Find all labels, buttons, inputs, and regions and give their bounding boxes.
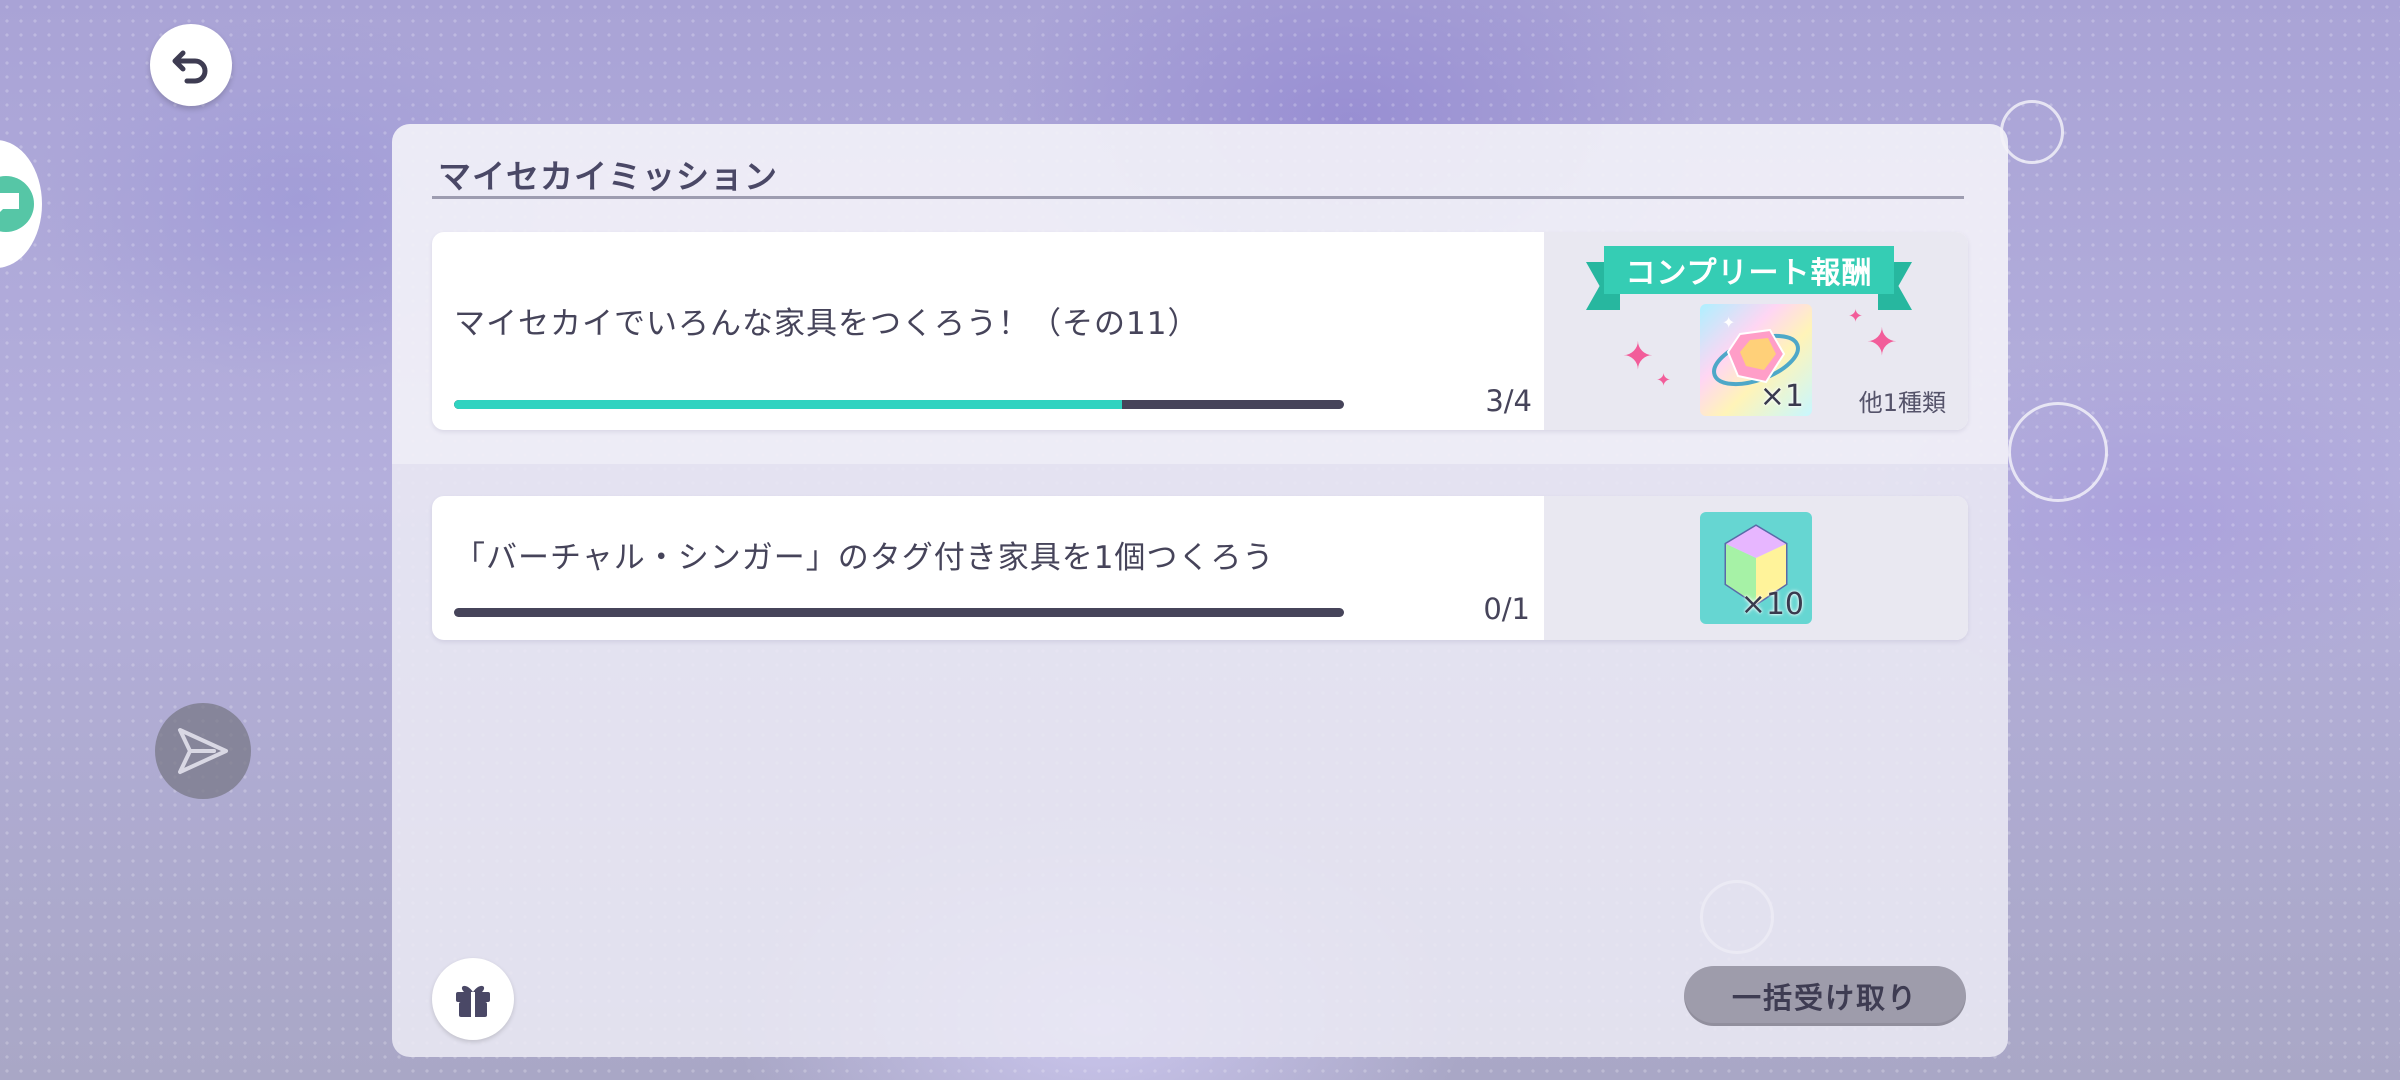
sparkle-icon: ✦	[1866, 320, 1898, 364]
reward-quantity: ×1	[1759, 379, 1804, 414]
background-bubble	[2000, 100, 2064, 164]
progress-count: 0/1	[1483, 592, 1530, 626]
other-rewards-text: 他1種類	[1858, 389, 1946, 417]
undo-arrow-icon	[172, 50, 208, 84]
mission-text: マイセカイでいろんな家具をつくろう！（その11）	[454, 306, 1200, 342]
send-button[interactable]	[155, 703, 251, 799]
mission-text: 「バーチャル・シンガー」のタグ付き家具を1個つくろう	[454, 540, 1275, 576]
mission-card-1[interactable]: マイセカイでいろんな家具をつくろう！（その11） 3/4 コンプリート報酬 ✦ …	[432, 232, 1968, 430]
mission-panel: マイセカイミッション マイセカイでいろんな家具をつくろう！（その11） 3/4 …	[392, 124, 2008, 1057]
panel-title: マイセカイミッション	[438, 157, 778, 196]
chat-bubble-icon	[0, 176, 34, 232]
progress-bar	[454, 608, 1344, 617]
back-button[interactable]	[150, 24, 232, 106]
claim-all-button[interactable]: 一括受け取り	[1684, 966, 1966, 1026]
reward-quantity: ×10	[1740, 587, 1804, 622]
complete-reward-ribbon: コンプリート報酬	[1586, 246, 1912, 310]
complete-reward-label: コンプリート報酬	[1604, 246, 1894, 294]
progress-fill	[454, 400, 1122, 409]
progress-bar	[454, 400, 1344, 409]
mission-card-2[interactable]: 「バーチャル・シンガー」のタグ付き家具を1個つくろう 0/1 ×10	[432, 496, 1968, 640]
gift-button[interactable]	[432, 958, 514, 1040]
sparkle-icon: ✦	[1848, 306, 1864, 327]
background-bubble	[2008, 402, 2108, 502]
progress-count: 3/4	[1485, 384, 1532, 418]
side-chat-button[interactable]	[0, 140, 42, 268]
gift-icon	[456, 985, 490, 1017]
title-divider	[432, 196, 1964, 199]
sparkle-icon: ✦	[1622, 334, 1654, 378]
gem-icon: ×10	[1700, 512, 1812, 624]
send-icon	[178, 728, 228, 774]
reward-area[interactable]: コンプリート報酬 ✦ ✦ ✦ ✦ ✦ ×1 他1種類	[1544, 232, 1968, 430]
reward-area[interactable]: ×10	[1544, 496, 1968, 640]
sparkle-icon: ✦	[1656, 370, 1672, 391]
crystal-bundle-icon: ✦ ×1	[1700, 304, 1812, 416]
svg-text:✦: ✦	[1722, 313, 1735, 332]
